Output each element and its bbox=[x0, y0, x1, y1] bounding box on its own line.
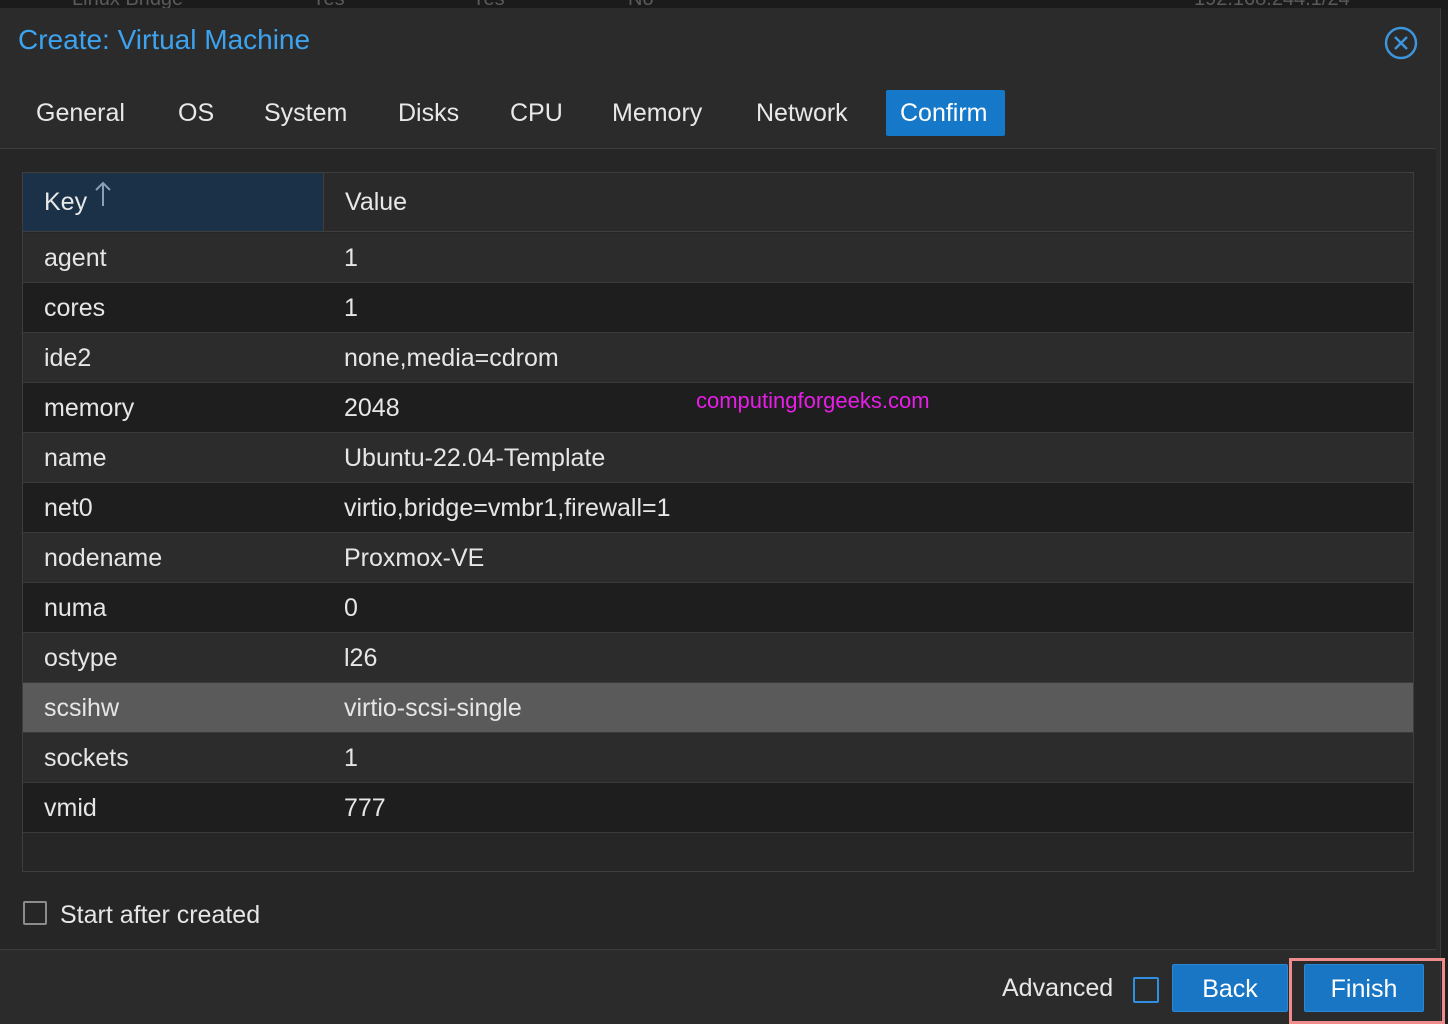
grid-rows: agent 1 cores 1 ide2 none,media=cdrom memor… bbox=[23, 233, 1413, 833]
value-cell: l26 bbox=[344, 644, 378, 672]
create-vm-dialog: Create: Virtual Machine General OS Syste… bbox=[0, 8, 1441, 1024]
value-cell: 1 bbox=[344, 244, 358, 272]
dialog-footer: Advanced Back Finish bbox=[0, 950, 1440, 1024]
advanced-checkbox[interactable] bbox=[1133, 977, 1159, 1003]
table-row[interactable]: numa 0 bbox=[23, 583, 1413, 633]
table-row[interactable]: ide2 none,media=cdrom bbox=[23, 333, 1413, 383]
value-cell: Proxmox-VE bbox=[344, 544, 485, 572]
key-cell: nodename bbox=[44, 544, 163, 572]
start-after-created-label[interactable]: Start after created bbox=[60, 901, 260, 930]
column-header-key-label: Key bbox=[44, 188, 88, 216]
table-row[interactable]: name Ubuntu-22.04-Template bbox=[23, 433, 1413, 483]
value-cell: Ubuntu-22.04-Template bbox=[344, 444, 606, 472]
wizard-tabs: General OS System Disks CPU Memory Netwo… bbox=[0, 88, 1440, 148]
table-row[interactable]: sockets 1 bbox=[23, 733, 1413, 783]
key-cell: name bbox=[44, 444, 107, 472]
sort-ascending-icon bbox=[93, 173, 113, 229]
tab-network[interactable]: Network bbox=[742, 90, 862, 136]
back-button[interactable]: Back bbox=[1172, 964, 1288, 1012]
key-cell: net0 bbox=[44, 494, 93, 522]
tab-memory[interactable]: Memory bbox=[598, 90, 716, 136]
key-cell: vmid bbox=[44, 794, 97, 822]
column-header-value[interactable]: Value bbox=[323, 173, 1411, 231]
key-cell: agent bbox=[44, 244, 107, 272]
value-cell: virtio-scsi-single bbox=[344, 694, 522, 722]
value-cell: virtio,bridge=vmbr1,firewall=1 bbox=[344, 494, 671, 522]
start-after-created-checkbox[interactable] bbox=[23, 901, 47, 925]
key-cell: cores bbox=[44, 294, 106, 322]
key-cell: ostype bbox=[44, 644, 118, 672]
table-row[interactable]: vmid 777 bbox=[23, 783, 1413, 833]
key-cell: scsihw bbox=[44, 694, 120, 722]
tab-general[interactable]: General bbox=[22, 90, 139, 136]
grid-header: Key Value bbox=[23, 173, 1413, 232]
watermark-text: computingforgeeks.com bbox=[696, 388, 930, 413]
table-row[interactable]: ostype l26 bbox=[23, 633, 1413, 683]
key-cell: numa bbox=[44, 594, 107, 622]
advanced-label[interactable]: Advanced bbox=[1002, 974, 1113, 1003]
dialog-title: Create: Virtual Machine bbox=[18, 24, 311, 55]
value-cell: 1 bbox=[344, 744, 358, 772]
tab-os[interactable]: OS bbox=[164, 90, 228, 136]
key-cell: sockets bbox=[44, 744, 129, 772]
finish-button[interactable]: Finish bbox=[1304, 964, 1424, 1012]
value-cell: 2048 bbox=[344, 394, 400, 422]
table-row-selected[interactable]: scsihw virtio-scsi-single bbox=[23, 683, 1413, 733]
table-row[interactable]: nodename Proxmox-VE bbox=[23, 533, 1413, 583]
close-icon[interactable] bbox=[1384, 26, 1418, 60]
table-row[interactable]: cores 1 bbox=[23, 283, 1413, 333]
value-cell: 1 bbox=[344, 294, 358, 322]
tab-confirm[interactable]: Confirm bbox=[886, 90, 1005, 136]
confirm-panel: Key Value agent 1 cores 1 ide2 none,media=c… bbox=[0, 148, 1436, 950]
value-cell: 777 bbox=[344, 794, 386, 822]
value-cell: none,media=cdrom bbox=[344, 344, 559, 372]
key-cell: memory bbox=[44, 394, 135, 422]
tab-cpu[interactable]: CPU bbox=[496, 90, 577, 136]
column-header-value-label: Value bbox=[345, 188, 408, 216]
value-cell: 0 bbox=[344, 594, 358, 622]
table-row[interactable]: net0 virtio,bridge=vmbr1,firewall=1 bbox=[23, 483, 1413, 533]
column-header-key[interactable]: Key bbox=[23, 173, 323, 231]
tab-system[interactable]: System bbox=[250, 90, 361, 136]
summary-grid: Key Value agent 1 cores 1 ide2 none,media=c… bbox=[22, 172, 1414, 872]
key-cell: ide2 bbox=[44, 344, 92, 372]
table-row[interactable]: agent 1 bbox=[23, 233, 1413, 283]
tab-disks[interactable]: Disks bbox=[384, 90, 473, 136]
